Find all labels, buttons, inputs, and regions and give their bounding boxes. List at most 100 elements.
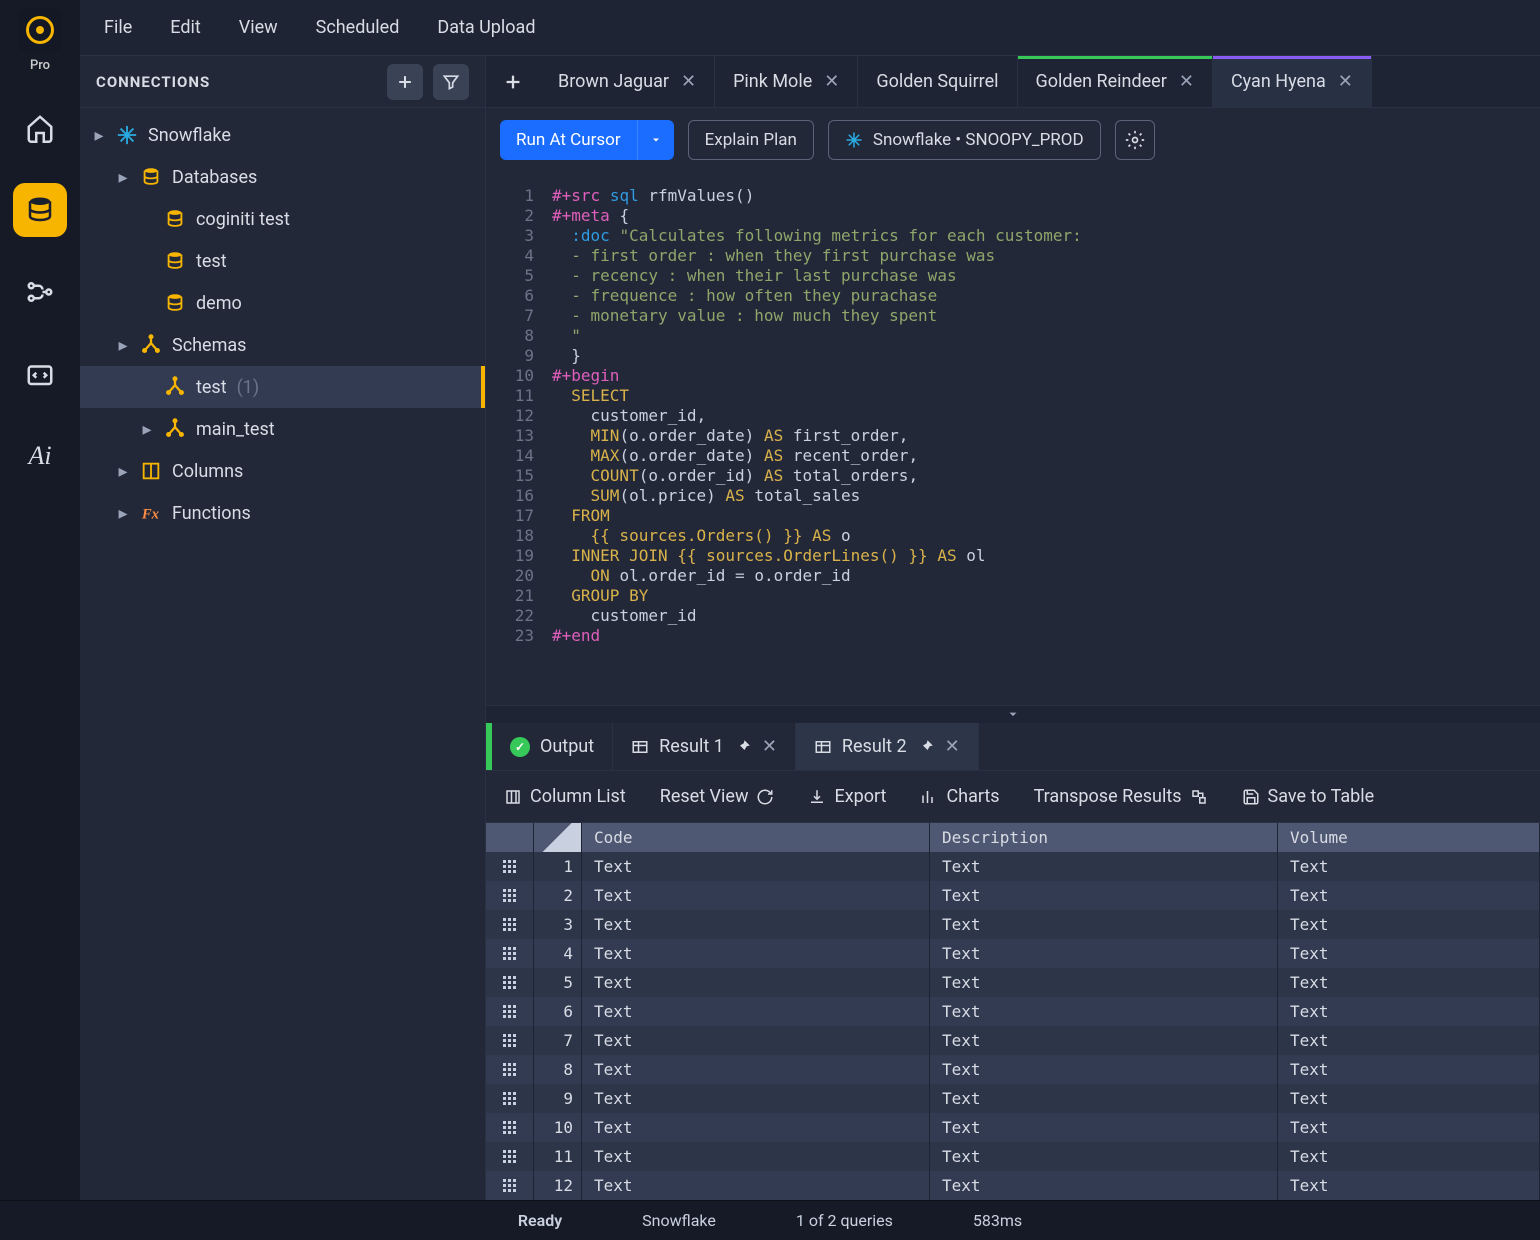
grid-cell[interactable]: Text xyxy=(582,910,930,939)
editor-tab[interactable]: Cyan Hyena✕ xyxy=(1213,56,1372,107)
column-list-button[interactable]: Column List xyxy=(504,786,626,807)
grid-row[interactable]: 4TextTextText xyxy=(486,939,1540,968)
filter-connections-button[interactable] xyxy=(433,64,469,100)
menu-file[interactable]: File xyxy=(104,17,132,38)
run-dropdown-button[interactable] xyxy=(637,120,674,160)
editor-tab[interactable]: Pink Mole✕ xyxy=(715,56,858,107)
row-drag-handle[interactable] xyxy=(486,1142,534,1171)
tree-item[interactable]: ▸FxFunctions xyxy=(80,492,485,534)
row-drag-handle[interactable] xyxy=(486,881,534,910)
tree-item[interactable]: ▸main_test xyxy=(80,408,485,450)
menu-edit[interactable]: Edit xyxy=(170,17,200,38)
grid-row[interactable]: 12TextTextText xyxy=(486,1171,1540,1200)
rail-code[interactable] xyxy=(13,347,67,401)
grid-cell[interactable]: Text xyxy=(1278,910,1540,939)
output-tab[interactable]: ✓ Output xyxy=(492,723,613,770)
new-tab-button[interactable] xyxy=(486,56,540,107)
editor-tab[interactable]: Golden Reindeer✕ xyxy=(1018,56,1213,107)
grid-row[interactable]: 10TextTextText xyxy=(486,1113,1540,1142)
grid-row[interactable]: 6TextTextText xyxy=(486,997,1540,1026)
grid-row[interactable]: 9TextTextText xyxy=(486,1084,1540,1113)
rail-pipeline[interactable] xyxy=(13,265,67,319)
grid-cell[interactable]: Text xyxy=(1278,881,1540,910)
grid-cell[interactable]: Text xyxy=(582,939,930,968)
menu-view[interactable]: View xyxy=(239,17,278,38)
close-icon[interactable]: ✕ xyxy=(681,71,696,92)
tree-item[interactable]: coginiti test xyxy=(80,198,485,240)
grid-row[interactable]: 8TextTextText xyxy=(486,1055,1540,1084)
grid-cell[interactable]: Text xyxy=(582,997,930,1026)
grid-cell[interactable]: Text xyxy=(930,910,1278,939)
result2-tab[interactable]: Result 2 ✕ xyxy=(796,723,979,770)
close-icon[interactable]: ✕ xyxy=(824,71,839,92)
grid-cell[interactable]: Text xyxy=(930,968,1278,997)
grid-cell[interactable]: Text xyxy=(930,1055,1278,1084)
tree-item[interactable]: test xyxy=(80,240,485,282)
grid-cell[interactable]: Text xyxy=(1278,968,1540,997)
grid-row[interactable]: 2TextTextText xyxy=(486,881,1540,910)
grid-cell[interactable]: Text xyxy=(930,1026,1278,1055)
grid-row[interactable]: 5TextTextText xyxy=(486,968,1540,997)
grid-cell[interactable]: Text xyxy=(930,939,1278,968)
result-grid[interactable]: CodeDescriptionVolume1TextTextText2TextT… xyxy=(486,823,1540,1200)
close-icon[interactable]: ✕ xyxy=(1179,71,1194,92)
grid-cell[interactable]: Text xyxy=(1278,852,1540,881)
row-drag-handle[interactable] xyxy=(486,939,534,968)
grid-cell[interactable]: Text xyxy=(930,881,1278,910)
pin-icon[interactable] xyxy=(917,738,935,756)
grid-header-cell[interactable]: Volume xyxy=(1278,823,1540,852)
grid-cell[interactable]: Text xyxy=(582,1084,930,1113)
grid-cell[interactable]: Text xyxy=(582,852,930,881)
close-icon[interactable]: ✕ xyxy=(945,736,960,757)
grid-cell[interactable]: Text xyxy=(582,1142,930,1171)
settings-button[interactable] xyxy=(1115,120,1155,160)
export-button[interactable]: Export xyxy=(808,786,886,807)
grid-header-cell[interactable]: Code xyxy=(582,823,930,852)
grid-cell[interactable]: Text xyxy=(582,1113,930,1142)
grid-cell[interactable]: Text xyxy=(1278,1113,1540,1142)
transpose-button[interactable]: Transpose Results xyxy=(1034,786,1208,807)
grid-cell[interactable]: Text xyxy=(930,1084,1278,1113)
tree-item[interactable]: ▸Schemas xyxy=(80,324,485,366)
tree-item[interactable]: ▸Snowflake xyxy=(80,114,485,156)
grid-cell[interactable]: Text xyxy=(930,1113,1278,1142)
row-drag-handle[interactable] xyxy=(486,1026,534,1055)
rail-ai[interactable]: Ai xyxy=(13,429,67,483)
row-drag-handle[interactable] xyxy=(486,910,534,939)
tree-item[interactable]: ▸Columns xyxy=(80,450,485,492)
grid-cell[interactable]: Text xyxy=(1278,939,1540,968)
result1-tab[interactable]: Result 1 ✕ xyxy=(613,723,796,770)
grid-row[interactable]: 1TextTextText xyxy=(486,852,1540,881)
grid-cell[interactable]: Text xyxy=(582,968,930,997)
charts-button[interactable]: Charts xyxy=(920,786,999,807)
grid-cell[interactable]: Text xyxy=(582,881,930,910)
tree-item[interactable]: test (1) xyxy=(80,366,485,408)
connection-selector[interactable]: Snowflake • SNOOPY_PROD xyxy=(828,120,1101,160)
grid-row[interactable]: 11TextTextText xyxy=(486,1142,1540,1171)
grid-header-cell[interactable]: Description xyxy=(930,823,1278,852)
row-drag-handle[interactable] xyxy=(486,1113,534,1142)
reset-view-button[interactable]: Reset View xyxy=(660,786,775,807)
menu-data-upload[interactable]: Data Upload xyxy=(437,17,535,38)
grid-cell[interactable]: Text xyxy=(582,1055,930,1084)
grid-cell[interactable]: Text xyxy=(1278,1142,1540,1171)
tree-item[interactable]: demo xyxy=(80,282,485,324)
grid-cell[interactable]: Text xyxy=(1278,1084,1540,1113)
grid-cell[interactable]: Text xyxy=(1278,1055,1540,1084)
grid-row[interactable]: 7TextTextText xyxy=(486,1026,1540,1055)
row-drag-handle[interactable] xyxy=(486,1084,534,1113)
close-icon[interactable]: ✕ xyxy=(762,736,777,757)
code-editor[interactable]: 1234567891011121314151617181920212223 #+… xyxy=(486,172,1540,705)
grid-cell[interactable]: Text xyxy=(1278,997,1540,1026)
grid-cell[interactable]: Text xyxy=(930,997,1278,1026)
editor-tab[interactable]: Brown Jaguar✕ xyxy=(540,56,715,107)
row-drag-handle[interactable] xyxy=(486,968,534,997)
rail-home[interactable] xyxy=(13,101,67,155)
add-connection-button[interactable] xyxy=(387,64,423,100)
pin-icon[interactable] xyxy=(734,738,752,756)
split-handle[interactable] xyxy=(486,705,1540,723)
grid-cell[interactable]: Text xyxy=(582,1026,930,1055)
run-at-cursor-button[interactable]: Run At Cursor xyxy=(500,120,637,160)
save-table-button[interactable]: Save to Table xyxy=(1242,786,1375,807)
grid-cell[interactable]: Text xyxy=(1278,1026,1540,1055)
